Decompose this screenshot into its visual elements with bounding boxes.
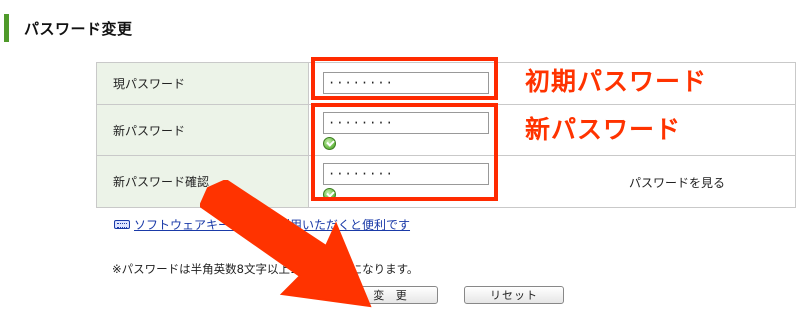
password-change-page: パスワード変更 現パスワード 新パスワード 新パスワード確認 パスワードを見る … bbox=[0, 0, 801, 320]
keyboard-icon bbox=[114, 220, 130, 229]
annotation-label-current: 初期パスワード bbox=[525, 67, 708, 96]
page-title: パスワード変更 bbox=[24, 20, 133, 38]
reset-button[interactable]: リセット bbox=[464, 286, 564, 304]
arrow-annotation-icon bbox=[200, 180, 372, 308]
title-accent-bar bbox=[4, 14, 9, 42]
annotation-label-new: 新パスワード bbox=[525, 115, 682, 144]
show-password-toggle[interactable]: パスワードを見る bbox=[629, 174, 725, 191]
current-password-label: 現パスワード bbox=[97, 63, 309, 104]
annotation-box-current bbox=[311, 57, 498, 100]
new-password-label: 新パスワード bbox=[97, 105, 309, 155]
